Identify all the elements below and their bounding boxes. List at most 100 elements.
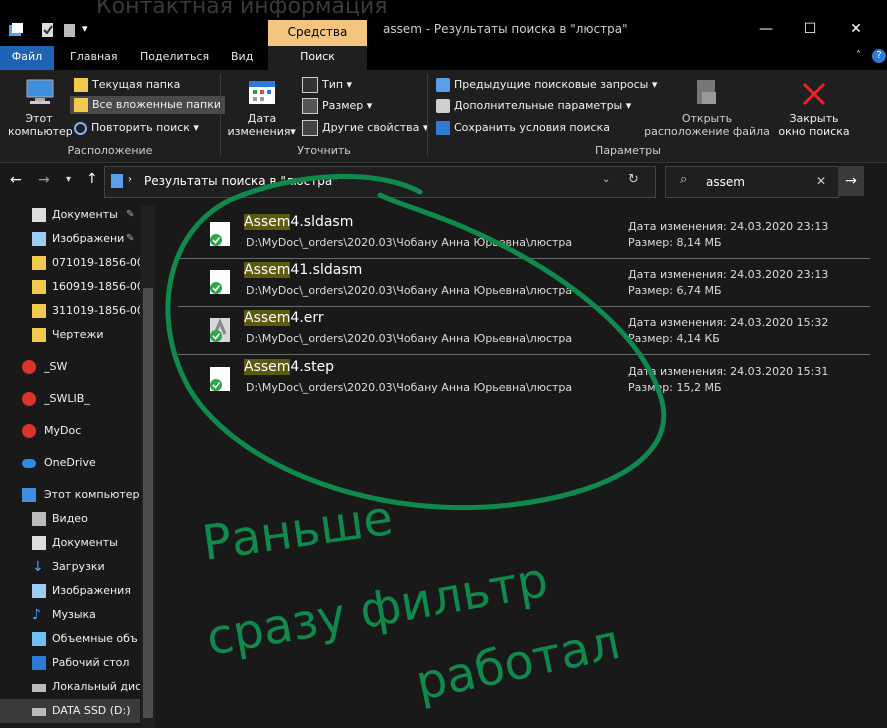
mega-drive-icon [22,392,36,406]
tab-share[interactable]: Поделиться [140,46,209,70]
sidebar-item-label: Музыка [52,608,96,621]
err-file-icon [210,318,230,342]
sidebar-item-folder-071019[interactable]: 071019-1856-000 [0,251,140,275]
this-pc-button[interactable]: Этот компьютер [8,74,73,138]
sidebar-item-label: Этот компьютер [44,488,140,501]
type-filter-button[interactable]: Тип ▾ [302,76,352,94]
new-folder-icon[interactable] [62,22,78,38]
list-item[interactable]: Assem41.sldasm D:\MyDoc\_orders\2020.03\… [178,258,870,306]
sidebar-item-this-pc[interactable]: Этот компьютер [0,483,140,507]
cube-icon [32,632,46,646]
save-search-label: Сохранить условия поиска [454,121,610,134]
sidebar-item-documents-pinned[interactable]: Документы ✎ [0,203,140,227]
sidebar-item-label: Документы [52,208,118,221]
recent-searches-button[interactable]: Предыдущие поисковые запросы ▾ [436,76,657,94]
all-subfolders-button[interactable]: Все вложенные папки [70,96,226,114]
minimize-button[interactable]: — [744,16,788,42]
size-filter-button[interactable]: Размер ▾ [302,97,372,115]
sidebar-item-folder-160919[interactable]: 160919-1856-000 [0,275,140,299]
tab-search[interactable]: Поиск [268,46,367,70]
sidebar-item-onedrive[interactable]: OneDrive [0,451,140,475]
date-modified-label: Дата изменения: [628,220,727,233]
start-search-button[interactable]: → [838,166,864,196]
maximize-button[interactable]: ☐ [788,16,832,42]
sidebar-item-music[interactable]: ♪ Музыка [0,603,140,627]
ribbon-tabs [0,46,887,70]
list-item[interactable]: Assem4.err D:\MyDoc\_orders\2020.03\Чоба… [178,306,870,354]
save-search-button[interactable]: Сохранить условия поиска [436,119,610,137]
file-size-value: 8,14 МБ [676,236,722,249]
sidebar-item-local-disk[interactable]: Локальный дис [0,675,140,699]
sidebar-item-3d-objects[interactable]: Объемные объ [0,627,140,651]
list-item[interactable]: Assem4.step D:\MyDoc\_orders\2020.03\Чоб… [178,355,870,403]
sidebar-item-label: _SW [44,360,68,373]
search-input[interactable]: assem [706,175,745,189]
pin-icon: ✎ [126,209,135,220]
search-box[interactable] [665,166,839,198]
sidebar-item-drawings[interactable]: Чертежи [0,323,140,347]
date-modified: Дата изменения: 24.03.2020 23:13 [628,220,828,233]
date-modified: Дата изменения: 24.03.2020 15:32 [628,316,828,329]
document-icon [32,208,46,222]
tab-file[interactable]: Файл [0,46,54,70]
close-button[interactable]: ✕ [834,16,878,42]
list-item[interactable]: Assem4.sldasm D:\MyDoc\_orders\2020.03\Ч… [178,210,870,258]
sidebar-item-documents[interactable]: Документы [0,531,140,555]
file-name: Assem4.sldasm [244,214,353,230]
search-again-button[interactable]: Повторить поиск ▾ [74,119,199,137]
this-pc-label-line2: компьютер [8,125,73,138]
sidebar-item-label: DATA SSD (D:) [52,704,131,717]
sidebar-item-downloads[interactable]: ↓ Загрузки [0,555,140,579]
sidebar-item-desktop[interactable]: Рабочий стол [0,651,140,675]
up-icon[interactable]: ↑ [86,171,98,187]
date-modified: Дата изменения: 24.03.2020 15:31 [628,365,828,378]
window-title: assem - Результаты поиска в "люстра" [383,22,628,36]
help-icon[interactable]: ? [872,49,886,63]
sidebar-item-folder-311019[interactable]: 311019-1856-000 [0,299,140,323]
file-name: Assem41.sldasm [244,262,362,278]
recent-locations-icon[interactable]: ▾ [66,174,71,185]
refresh-icon[interactable]: ↻ [628,172,639,187]
address-dropdown-icon[interactable]: ⌄ [602,174,610,185]
explorer-icon [8,22,24,38]
collapse-ribbon-icon[interactable]: ˄ [856,50,870,64]
sidebar-item-label: Локальный дис [52,680,140,693]
sidebar-item-videos[interactable]: Видео [0,507,140,531]
advanced-options-button[interactable]: Дополнительные параметры ▾ [436,97,631,115]
search-results-icon [110,173,124,189]
other-properties-button[interactable]: Другие свойства ▾ [302,119,428,137]
close-search-line2: окно поиска [778,125,850,138]
close-search-button[interactable]: Закрыть окно поиска [776,74,852,138]
sidebar-item-swlib[interactable]: _SWLIB_ [0,387,140,411]
options-group-label: Параметры [595,144,661,157]
sidebar-item-sw[interactable]: _SW [0,355,140,379]
sidebar-scrollbar-thumb[interactable] [143,288,153,718]
file-name-rest: 41.sldasm [290,262,363,278]
annotation-line1: Раньше [199,490,396,572]
recent-searches-icon [436,78,450,92]
tab-view[interactable]: Вид [231,46,253,70]
sidebar-item-pictures[interactable]: Изображения [0,579,140,603]
tab-home[interactable]: Главная [70,46,118,70]
sidebar-item-data-ssd[interactable]: DATA SSD (D:) [0,699,140,723]
current-folder-button[interactable]: Текущая папка [74,76,180,94]
file-name-rest: 4.err [290,310,324,326]
search-match-highlight: Assem [244,359,291,375]
date-modified-label: Дата изменения: [628,316,727,329]
recent-searches-label: Предыдущие поисковые запросы [454,78,649,91]
advanced-options-icon [436,99,450,113]
properties-icon[interactable] [40,22,56,38]
sidebar-item-label: Чертежи [52,328,104,341]
open-file-location-button[interactable]: Открыть расположение файла [644,74,770,138]
file-size-label: Размер: [628,332,673,345]
clear-search-icon[interactable]: ✕ [816,174,826,188]
date-modified: Дата изменения: 24.03.2020 23:13 [628,268,828,281]
annotation-line3: работал [411,614,625,712]
chevron-down-icon: ▾ [290,125,296,138]
sidebar-item-mydoc[interactable]: MyDoc [0,419,140,443]
forward-icon[interactable]: → [38,172,50,188]
customize-quick-access-icon[interactable]: ▾ [82,22,98,38]
date-modified-button[interactable]: Дата изменения ▾ [226,74,298,138]
back-icon[interactable]: ← [10,172,22,188]
sidebar-item-images-pinned[interactable]: Изображени ✎ [0,227,140,251]
